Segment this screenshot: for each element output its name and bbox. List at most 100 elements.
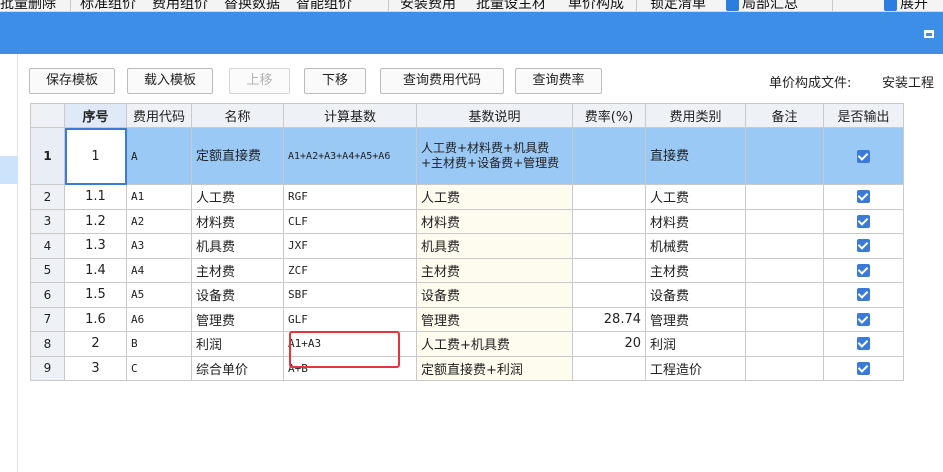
code-cell[interactable]: A5: [126, 282, 192, 308]
desc-cell[interactable]: 人工费: [416, 184, 573, 210]
table-row[interactable]: 7 1.6 A6 管理费 GLF 管理费 28.74 管理费: [30, 306, 904, 332]
note-cell[interactable]: [745, 355, 824, 381]
output-cell[interactable]: [823, 233, 904, 259]
col-header-seq[interactable]: 序号: [64, 103, 127, 128]
output-cell[interactable]: [823, 184, 904, 210]
row-number-cell[interactable]: 2: [30, 184, 65, 210]
rate-cell[interactable]: [572, 282, 646, 308]
col-header-base[interactable]: 计算基数: [283, 103, 417, 128]
output-cell[interactable]: [823, 257, 904, 283]
note-cell[interactable]: [745, 331, 824, 357]
col-header-name[interactable]: 名称: [191, 103, 284, 128]
code-cell[interactable]: A4: [126, 257, 192, 283]
table-row[interactable]: 9 3 C 综合单价 A+B 定额直接费+利润 工程造价: [30, 355, 904, 381]
load-template-button[interactable]: 载入模板: [127, 68, 213, 94]
seq-cell[interactable]: 1.5: [64, 282, 127, 308]
name-cell[interactable]: 机具费: [191, 233, 284, 259]
base-cell[interactable]: RGF: [283, 184, 417, 210]
code-cell[interactable]: A1: [126, 184, 192, 210]
category-cell[interactable]: 利润: [645, 331, 746, 357]
menu-replace-data[interactable]: 替换数据: [224, 0, 280, 11]
desc-cell[interactable]: 人工费+材料费+机具费+主材费+设备费+管理费: [416, 127, 573, 185]
note-cell[interactable]: [745, 257, 824, 283]
note-cell[interactable]: [745, 306, 824, 332]
note-cell[interactable]: [745, 282, 824, 308]
menu-install-fee[interactable]: 安装费用: [400, 0, 456, 11]
row-number-cell[interactable]: 8: [30, 331, 65, 357]
category-cell[interactable]: 管理费: [645, 306, 746, 332]
rate-cell[interactable]: 28.74: [572, 306, 646, 332]
col-header-desc[interactable]: 基数说明: [416, 103, 573, 128]
desc-cell[interactable]: 机具费: [416, 233, 573, 259]
name-cell[interactable]: 管理费: [191, 306, 284, 332]
menu-smart-pricing[interactable]: 智能组价: [296, 0, 352, 11]
output-cell[interactable]: [823, 282, 904, 308]
desc-cell[interactable]: 主材费: [416, 257, 573, 283]
table-row[interactable]: 6 1.5 A5 设备费 SBF 设备费 设备费: [30, 282, 904, 308]
menu-batch-delete[interactable]: 批量删除: [0, 0, 56, 11]
menu-unit-price-composition[interactable]: 单价构成: [568, 0, 624, 11]
base-cell[interactable]: GLF: [283, 306, 417, 332]
table-row[interactable]: 3 1.2 A2 材料费 CLF 材料费 材料费: [30, 208, 904, 234]
category-cell[interactable]: 机械费: [645, 233, 746, 259]
seq-cell[interactable]: 1.4: [64, 257, 127, 283]
output-cell[interactable]: [823, 127, 904, 185]
category-cell[interactable]: 主材费: [645, 257, 746, 283]
name-cell[interactable]: 定额直接费: [191, 127, 284, 185]
query-fee-code-button[interactable]: 查询费用代码: [380, 68, 504, 94]
rate-cell[interactable]: 20: [572, 331, 646, 357]
desc-cell[interactable]: 定额直接费+利润: [416, 355, 573, 381]
category-cell[interactable]: 材料费: [645, 208, 746, 234]
row-number-cell[interactable]: 1: [30, 127, 65, 185]
row-number-cell[interactable]: 4: [30, 233, 65, 259]
corner-cell[interactable]: [30, 103, 65, 128]
code-cell[interactable]: C: [126, 355, 192, 381]
menu-lock-list[interactable]: 锁定清单: [650, 0, 706, 11]
move-up-button[interactable]: 上移: [229, 68, 290, 94]
rate-cell[interactable]: [572, 233, 646, 259]
desc-cell[interactable]: 材料费: [416, 208, 573, 234]
category-cell[interactable]: 人工费: [645, 184, 746, 210]
output-checkbox[interactable]: [857, 190, 870, 204]
output-checkbox[interactable]: [857, 337, 870, 351]
code-cell[interactable]: A: [126, 127, 192, 185]
base-cell[interactable]: JXF: [283, 233, 417, 259]
category-cell[interactable]: 直接费: [645, 127, 746, 185]
menu-partial-summary[interactable]: 局部汇总: [742, 0, 798, 11]
menu-batch-main-material[interactable]: 批量设主材: [476, 0, 546, 11]
category-cell[interactable]: 工程造价: [645, 355, 746, 381]
seq-cell[interactable]: 1: [64, 127, 127, 185]
table-row[interactable]: 8 2 B 利润 A1+A3 人工费+机具费 20 利润: [30, 331, 904, 357]
code-cell[interactable]: A6: [126, 306, 192, 332]
col-header-output[interactable]: 是否输出: [823, 103, 904, 128]
col-header-category[interactable]: 费用类别: [645, 103, 746, 128]
output-checkbox[interactable]: [857, 361, 870, 375]
col-header-rate[interactable]: 费率(%): [572, 103, 646, 128]
seq-cell[interactable]: 1.1: [64, 184, 127, 210]
rate-cell[interactable]: [572, 257, 646, 283]
note-cell[interactable]: [745, 127, 824, 185]
output-checkbox[interactable]: [857, 288, 870, 302]
menu-expand[interactable]: 展开: [900, 0, 928, 11]
seq-cell[interactable]: 3: [64, 355, 127, 381]
row-number-cell[interactable]: 3: [30, 208, 65, 234]
table-row[interactable]: 2 1.1 A1 人工费 RGF 人工费 人工费: [30, 184, 904, 210]
rate-cell[interactable]: [572, 355, 646, 381]
query-rate-button[interactable]: 查询费率: [515, 68, 602, 94]
move-down-button[interactable]: 下移: [304, 68, 366, 94]
menu-fee-pricing[interactable]: 费用组价: [152, 0, 208, 11]
name-cell[interactable]: 综合单价: [191, 355, 284, 381]
row-number-cell[interactable]: 9: [30, 355, 65, 381]
col-header-code[interactable]: 费用代码: [126, 103, 192, 128]
output-cell[interactable]: [823, 355, 904, 381]
rate-cell[interactable]: [572, 208, 646, 234]
base-cell[interactable]: A1+A3: [283, 331, 417, 357]
rate-cell[interactable]: [572, 184, 646, 210]
note-cell[interactable]: [745, 184, 824, 210]
output-cell[interactable]: [823, 331, 904, 357]
row-number-cell[interactable]: 6: [30, 282, 65, 308]
note-cell[interactable]: [745, 208, 824, 234]
col-header-note[interactable]: 备注: [745, 103, 824, 128]
menu-standard-pricing[interactable]: 标准组价: [80, 0, 136, 11]
base-cell[interactable]: ZCF: [283, 257, 417, 283]
